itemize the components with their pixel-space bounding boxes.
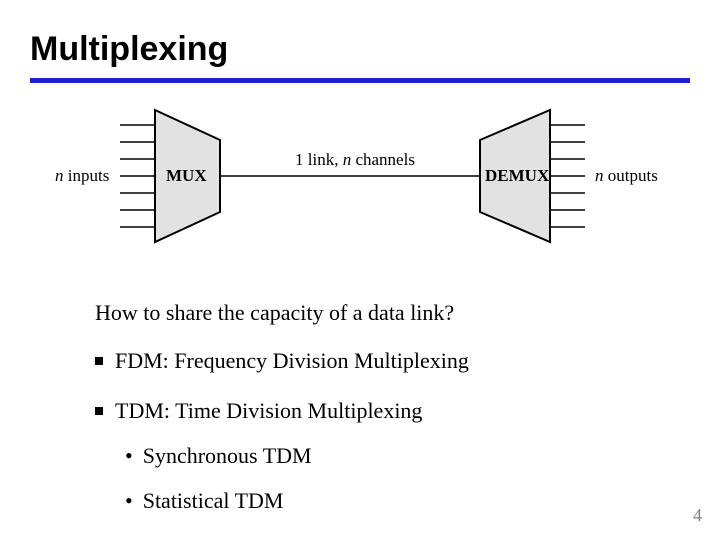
n-outputs-label: n outputs (595, 166, 658, 185)
bullet-text: TDM: Time Division Multiplexing (115, 398, 422, 423)
bullet-tdm: TDM: Time Division Multiplexing (95, 398, 422, 424)
subbullet-sync-tdm: • Synchronous TDM (125, 443, 312, 469)
n-inputs-label: n inputs (55, 166, 109, 185)
mux-label: MUX (166, 166, 207, 185)
subbullet-stat-tdm: • Statistical TDM (125, 488, 283, 514)
bullet-dot-icon: • (125, 488, 133, 514)
output-lines (550, 125, 585, 227)
input-lines (120, 125, 155, 227)
subbullet-text: Statistical TDM (143, 488, 284, 513)
bullet-icon (95, 357, 103, 365)
bullet-dot-icon: • (125, 443, 133, 469)
bullet-fdm: FDM: Frequency Division Multiplexing (95, 348, 469, 374)
link-label: 1 link, n channels (295, 150, 415, 169)
slide-title: Multiplexing (30, 30, 228, 69)
demux-label: DEMUX (485, 166, 550, 185)
question-text: How to share the capacity of a data link… (95, 300, 454, 326)
subbullet-text: Synchronous TDM (143, 443, 312, 468)
page-number: 4 (693, 505, 702, 526)
slide: Multiplexing n inputs MUX 1 link, n chan… (0, 0, 720, 540)
mux-demux-diagram: n inputs MUX 1 link, n channels DEMUX n … (50, 105, 670, 270)
bullet-text: FDM: Frequency Division Multiplexing (115, 348, 469, 373)
bullet-icon (95, 407, 103, 415)
title-underline (30, 78, 690, 83)
